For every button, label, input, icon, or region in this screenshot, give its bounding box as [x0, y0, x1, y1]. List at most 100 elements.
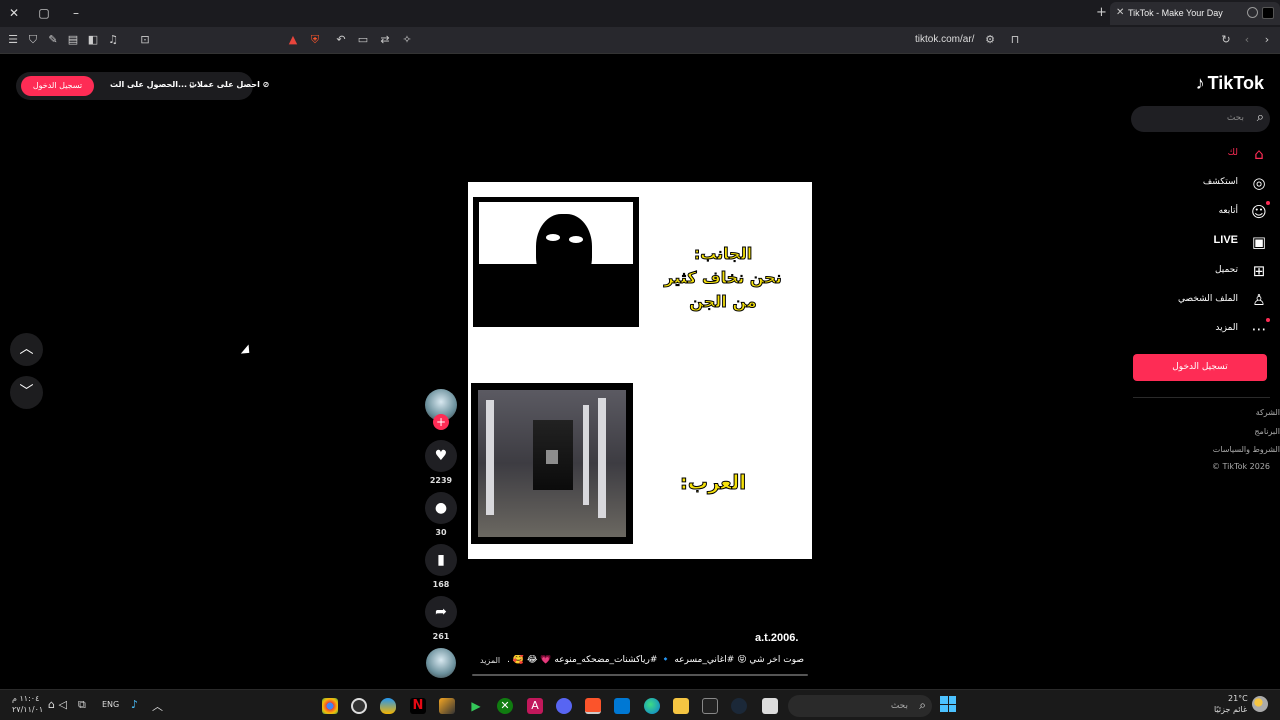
get-coins-label: احصل على عملات [189, 80, 260, 89]
weather-desc[interactable]: غائم جزئيًا [1214, 705, 1247, 714]
next-video-button[interactable]: ﹀ [10, 376, 43, 409]
vpn-icon[interactable]: ▲ [286, 33, 300, 47]
brave-shield-icon[interactable]: ⛨ [308, 33, 322, 47]
nav-upload[interactable]: تحميل ⊞ [1148, 260, 1268, 282]
taskbar-search[interactable]: بحث ⌕ [788, 695, 932, 717]
laptop-icon[interactable]: ▭ [356, 33, 370, 47]
browser-toolbar: ☰ ⛉ ✎ ▤ ◧ ♫ ⊡ ▲ ⛨ ↶ ▭ ⇄ ✧ tiktok.com/ar/… [0, 27, 1280, 54]
compass-icon: ◎ [1252, 174, 1266, 192]
window-icon[interactable] [762, 698, 778, 714]
edge-icon[interactable] [644, 698, 660, 714]
nav-following[interactable]: أتابعه ☺ [1148, 201, 1270, 223]
discord-icon[interactable] [556, 698, 572, 714]
tiktok-logo[interactable]: ♪ TikTok [1196, 73, 1264, 94]
corridor-scene [478, 390, 626, 537]
follow-plus-icon[interactable]: + [433, 414, 449, 430]
nav-explore[interactable]: استكشف ◎ [1148, 172, 1268, 194]
window-minimize-icon[interactable]: – [66, 4, 86, 22]
like-count: 2239 [429, 476, 453, 485]
window-restore-icon[interactable]: ▢ [34, 4, 54, 22]
steam-icon[interactable] [731, 698, 747, 714]
save-button[interactable]: ▮ [425, 544, 457, 576]
meme-text-line: من الجن [689, 292, 757, 312]
back-arrow-icon[interactable]: ↶ [334, 33, 348, 47]
comment-button[interactable]: ● [425, 492, 457, 524]
sidebar-icon[interactable]: ◧ [86, 33, 100, 47]
forward-icon[interactable]: › [1260, 33, 1274, 47]
tabs-icon[interactable]: ▤ [66, 33, 80, 47]
screenshot-icon[interactable]: ⊡ [138, 33, 152, 47]
brave-icon[interactable] [585, 698, 601, 714]
obs-icon[interactable] [351, 698, 367, 714]
footer-terms-link[interactable]: الشروط والسياسات [1213, 445, 1280, 454]
pill-login-button[interactable]: تسجيل الدخول [21, 76, 94, 96]
get-app-button[interactable]: الحصول على الت... ▯ [110, 80, 194, 89]
reload-icon[interactable]: ↻ [1219, 33, 1233, 47]
meme-text-top: الجانب: نحن نخاف كثير من الجن [643, 242, 803, 314]
site-settings-icon[interactable]: ⚙ [983, 33, 997, 47]
clock-date[interactable]: ٢٧/١١/٠١ [12, 705, 43, 714]
video-progress-bar[interactable] [472, 674, 808, 676]
browser-tab[interactable]: ✕ TikTok - Make Your Day [1110, 2, 1280, 25]
file-explorer-icon[interactable] [673, 698, 689, 714]
menu-icon[interactable]: ☰ [6, 33, 20, 47]
weather-temp[interactable]: 21°C [1228, 694, 1248, 703]
language-indicator[interactable]: ENG [102, 700, 119, 709]
nav-label: تحميل [1214, 265, 1238, 275]
meme-face [536, 214, 592, 286]
meme-face-eye-left [546, 234, 560, 241]
search-icon[interactable]: ⌕ [1257, 110, 1264, 125]
chrome-icon[interactable] [322, 698, 338, 714]
back-icon[interactable]: ‹ [1240, 33, 1254, 47]
tab-title: TikTok - Make Your Day [1128, 8, 1223, 18]
footer-program-link[interactable]: البرنامج [1254, 427, 1280, 436]
nav-label: الملف الشخصي [1178, 294, 1238, 304]
more-icon: ⋯ [1251, 320, 1267, 338]
top-action-pill: تسجيل الدخول الحصول على الت... ▯ احصل عل… [16, 72, 269, 100]
wand-icon[interactable]: ✧ [400, 33, 414, 47]
sound-avatar[interactable] [426, 648, 456, 678]
nav-more[interactable]: المزيد ⋯ [1148, 318, 1270, 340]
bookmark-icon[interactable]: ⊓ [1008, 33, 1022, 47]
netflix-icon[interactable]: N [410, 698, 426, 714]
video-player[interactable]: الجانب: نحن نخاف كثير من الجن العرب: [468, 182, 812, 559]
app-drop-icon[interactable] [380, 698, 396, 714]
notification-icon[interactable]: ⌂ ◁ [48, 698, 67, 711]
store-icon[interactable] [614, 698, 630, 714]
app-a-icon[interactable]: A [527, 698, 543, 714]
new-tab-button[interactable]: + [1096, 5, 1107, 20]
address-bar[interactable]: tiktok.com/ar/ [915, 34, 974, 45]
shield-icon[interactable]: ⛉ [26, 33, 40, 47]
tray-expand-icon[interactable]: ︿ [152, 698, 163, 714]
get-coins-button[interactable]: احصل على عملات ⊘ [189, 80, 269, 89]
music-icon[interactable]: ♫ [106, 33, 120, 47]
windows-start-icon[interactable] [940, 696, 956, 712]
previous-video-button[interactable]: ︿ [10, 333, 43, 366]
footer-company-link[interactable]: الشركة [1256, 408, 1280, 417]
nav-live[interactable]: LIVE ▣ [1148, 231, 1268, 253]
nav-label: لك [1227, 148, 1238, 158]
app-m-icon[interactable] [702, 698, 718, 714]
get-app-label: الحصول على الت... [110, 80, 188, 89]
display-icon[interactable]: ⧉ [78, 698, 86, 712]
search-placeholder: بحث [1226, 113, 1244, 123]
window-close-icon[interactable]: ✕ [4, 4, 24, 22]
xbox-icon[interactable]: ✕ [497, 698, 513, 714]
app-stripes-icon[interactable] [439, 698, 455, 714]
play-icon[interactable]: ▶ [468, 698, 484, 714]
video-username[interactable]: a.t.2006. [755, 632, 798, 644]
weather-icon[interactable] [1252, 696, 1268, 712]
translate-icon[interactable]: ⇄ [378, 33, 392, 47]
share-button[interactable]: ➦ [425, 596, 457, 628]
microphone-icon[interactable]: ♪ [131, 698, 138, 711]
search-input[interactable]: بحث ⌕ [1131, 106, 1270, 132]
tab-close-icon[interactable]: ✕ [1116, 7, 1124, 18]
sidebar-login-button[interactable]: تسجيل الدخول [1133, 354, 1267, 381]
like-button[interactable]: ♥ [425, 440, 457, 472]
nav-label: المزيد [1215, 323, 1238, 333]
pin-icon[interactable]: ✎ [46, 33, 60, 47]
nav-profile[interactable]: الملف الشخصي ♙ [1148, 289, 1268, 311]
nav-for-you[interactable]: لك ⌂ [1148, 143, 1268, 165]
clock-time[interactable]: ١١:٠٤ م [12, 694, 39, 703]
caption-more-button[interactable]: المزيد [480, 656, 500, 665]
